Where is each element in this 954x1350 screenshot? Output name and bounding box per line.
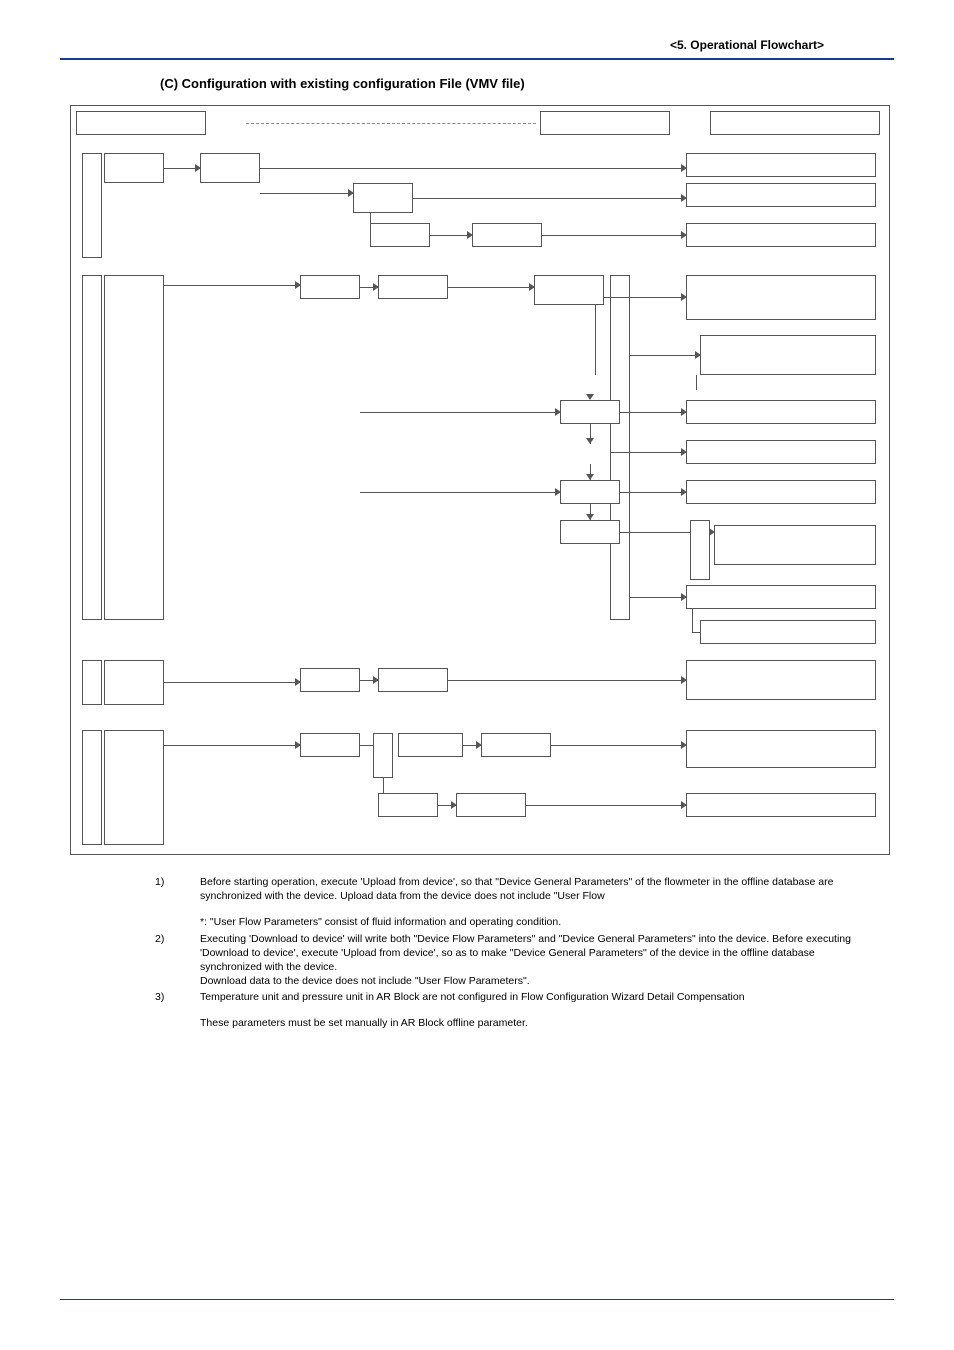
notes-section: 1) Before starting operation, execute 'U… [155,875,874,1031]
note-number: 2) [155,932,200,989]
note-text: These parameters must be set manually in… [200,1016,874,1030]
note-text: Before starting operation, execute 'Uplo… [200,875,874,903]
note-text: Executing 'Download to device' will writ… [200,932,874,989]
footer-divider [60,1299,894,1300]
note-number: 3) [155,990,200,1004]
section-title: (C) Configuration with existing configur… [160,76,894,91]
note-number [155,1016,200,1030]
header-divider [60,58,894,60]
note-text: *: "User Flow Parameters" consist of flu… [200,915,874,929]
page-header: <5. Operational Flowchart> [60,38,894,58]
note-number [155,915,200,929]
note-text: Temperature unit and pressure unit in AR… [200,990,874,1004]
flowchart-diagram [70,105,890,855]
note-number: 1) [155,875,200,903]
